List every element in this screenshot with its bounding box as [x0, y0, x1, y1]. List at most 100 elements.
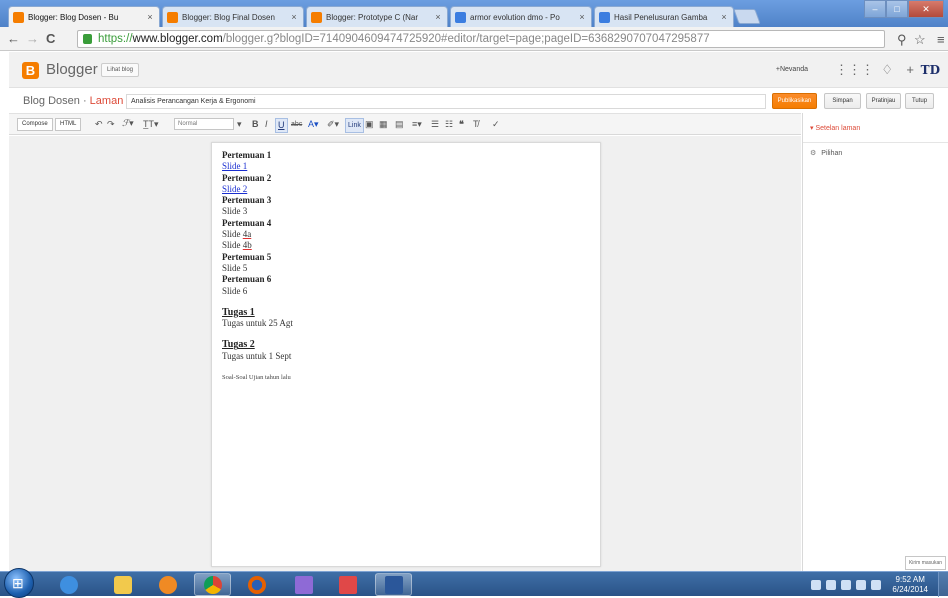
- font-family-icon[interactable]: ℱ▾: [122, 118, 134, 131]
- close-tab-icon[interactable]: ×: [719, 12, 729, 22]
- volume-icon[interactable]: [871, 579, 882, 590]
- insert-video-icon[interactable]: ▦: [379, 118, 388, 131]
- underline-icon[interactable]: U: [275, 118, 288, 133]
- address-bar: ← → C https://www.blogger.com/blogger.g?…: [0, 27, 948, 51]
- back-arrow-icon[interactable]: ←: [7, 31, 20, 46]
- media-player-icon[interactable]: [149, 573, 186, 596]
- blogger-brand[interactable]: Blogger: [46, 61, 98, 78]
- align-icon[interactable]: ≡▾: [412, 118, 422, 131]
- send-feedback-button[interactable]: Kirim masukan: [905, 556, 946, 570]
- blogger-favicon-icon: [167, 11, 178, 23]
- bulleted-list-icon[interactable]: ☷: [445, 118, 453, 131]
- url-path: /blogger.g?blogID=7140904609474725920#ed…: [222, 33, 710, 45]
- windows-logo-icon: ⊞: [12, 575, 24, 591]
- editor-content[interactable]: Pertemuan 1 Slide 1 Pertemuan 2 Slide 2 …: [211, 142, 601, 567]
- bowtie-app-icon[interactable]: [285, 573, 322, 596]
- tray-up-arrow-icon[interactable]: [811, 579, 822, 590]
- tab-title: Hasil Penelusuran Gamba: [614, 12, 708, 22]
- bold-icon[interactable]: B: [252, 118, 259, 131]
- page-settings-sidebar: ▾ Setelan laman ⚙ Pilihan: [802, 113, 948, 571]
- url-host: www.blogger.com: [132, 33, 223, 45]
- system-tray: 9:52 AM 6/24/2014: [811, 572, 948, 597]
- word-icon[interactable]: [375, 573, 412, 596]
- maximize-icon[interactable]: □: [886, 0, 908, 18]
- close-tab-icon[interactable]: ×: [289, 12, 299, 22]
- page-settings-header[interactable]: ▾ Setelan laman: [803, 113, 948, 143]
- avatar[interactable]: TD: [921, 63, 940, 77]
- chrome-icon[interactable]: [194, 573, 231, 596]
- slide-suffix: 4a: [242, 229, 252, 240]
- assignment-text: Tugas untuk 1 Sept: [222, 350, 292, 361]
- forward-arrow-icon[interactable]: →: [26, 31, 39, 46]
- strikethrough-icon[interactable]: abc: [291, 118, 302, 131]
- share-plus-icon[interactable]: +: [906, 62, 914, 77]
- save-button[interactable]: Simpan: [824, 93, 861, 109]
- blogger-favicon-icon: [311, 11, 322, 23]
- tray-flag-icon[interactable]: [826, 579, 837, 590]
- undo-icon[interactable]: ↶: [95, 118, 103, 131]
- close-tab-icon[interactable]: ×: [433, 12, 443, 22]
- show-desktop-button[interactable]: [938, 572, 948, 597]
- text-color-icon[interactable]: A▾: [308, 118, 319, 131]
- apps-grid-icon[interactable]: ⋮⋮⋮: [835, 62, 874, 78]
- file-explorer-icon[interactable]: [104, 573, 141, 596]
- browser-tab[interactable]: armor evolution dmo - Po ×: [450, 6, 592, 27]
- browser-tab[interactable]: Blogger: Prototype C (Nar ×: [306, 6, 448, 27]
- spellcheck-icon[interactable]: ✓: [492, 118, 500, 131]
- tray-app-icon[interactable]: [841, 579, 852, 590]
- compose-mode-button[interactable]: Compose: [17, 118, 53, 131]
- slide-link[interactable]: Slide 1: [222, 161, 247, 171]
- close-tab-icon[interactable]: ×: [577, 12, 587, 22]
- preview-button[interactable]: Pratinjau: [866, 93, 901, 109]
- options-item[interactable]: ⚙ Pilihan: [810, 149, 842, 157]
- highlight-icon[interactable]: ✐▾: [327, 118, 339, 131]
- font-size-icon[interactable]: T̲T▾: [143, 118, 159, 131]
- new-tab-button[interactable]: [733, 9, 761, 24]
- editor-toolbar: Compose HTML ↶ ↷ ℱ▾ T̲T▾ Normal ▾ B I U …: [9, 113, 801, 135]
- slide-link[interactable]: Slide 2: [222, 184, 247, 194]
- view-blog-button[interactable]: Lihat blog: [101, 63, 140, 77]
- redo-icon[interactable]: ↷: [107, 118, 115, 131]
- browser-tab[interactable]: Hasil Penelusuran Gamba ×: [594, 6, 734, 27]
- close-window-icon[interactable]: ✕: [908, 0, 944, 18]
- close-button[interactable]: Tutup: [905, 93, 934, 109]
- html-mode-button[interactable]: HTML: [55, 118, 82, 131]
- insert-image-icon[interactable]: ▣: [365, 118, 374, 131]
- account-name[interactable]: +Nevanda: [776, 66, 808, 73]
- blogger-logo-icon[interactable]: B: [22, 62, 39, 79]
- numbered-list-icon[interactable]: ☰: [431, 118, 439, 131]
- browser-tab[interactable]: Blogger: Blog Dosen - Bu ×: [8, 6, 160, 27]
- bookmark-star-icon[interactable]: ☆: [914, 32, 926, 48]
- url-input[interactable]: https://www.blogger.com/blogger.g?blogID…: [77, 30, 885, 48]
- browser-tab[interactable]: Blogger: Blog Final Dosen ×: [162, 6, 304, 27]
- quote-icon[interactable]: ❝: [459, 118, 464, 131]
- format-dropdown-icon[interactable]: ▾: [237, 118, 242, 131]
- format-select[interactable]: Normal: [174, 118, 234, 130]
- publish-button[interactable]: Publikasikan: [772, 93, 817, 109]
- assignment-heading: Tugas 1: [222, 306, 255, 318]
- breadcrumb-section[interactable]: Laman: [90, 95, 124, 107]
- italic-icon[interactable]: I: [265, 118, 268, 131]
- slide-suffix: 4b: [242, 240, 252, 251]
- notifications-bell-icon[interactable]: ♢: [881, 62, 893, 78]
- breadcrumb-blog[interactable]: Blog Dosen: [23, 95, 80, 107]
- search-icon[interactable]: ⚲: [897, 32, 907, 48]
- reload-icon[interactable]: C: [46, 31, 55, 46]
- clock[interactable]: 9:52 AM 6/24/2014: [892, 575, 928, 595]
- options-label: Pilihan: [821, 150, 843, 157]
- network-icon[interactable]: [856, 579, 867, 590]
- tab-title: Blogger: Blog Dosen - Bu: [28, 12, 119, 22]
- page-title-input[interactable]: Analisis Perancangan Kerja & Ergonomi: [126, 94, 766, 109]
- start-button[interactable]: ⊞: [4, 568, 34, 598]
- design-app-icon[interactable]: [329, 573, 366, 596]
- internet-explorer-icon[interactable]: [50, 573, 87, 596]
- menu-icon[interactable]: ≡: [937, 32, 945, 47]
- close-tab-icon[interactable]: ×: [145, 12, 155, 22]
- jump-break-icon[interactable]: ▤: [395, 118, 404, 131]
- firefox-icon[interactable]: [238, 573, 275, 596]
- clear-formatting-icon[interactable]: T̸: [473, 118, 479, 131]
- link-button[interactable]: Link: [345, 118, 364, 133]
- minimize-icon[interactable]: –: [864, 0, 886, 18]
- assignment-heading: Tugas 2: [222, 339, 255, 351]
